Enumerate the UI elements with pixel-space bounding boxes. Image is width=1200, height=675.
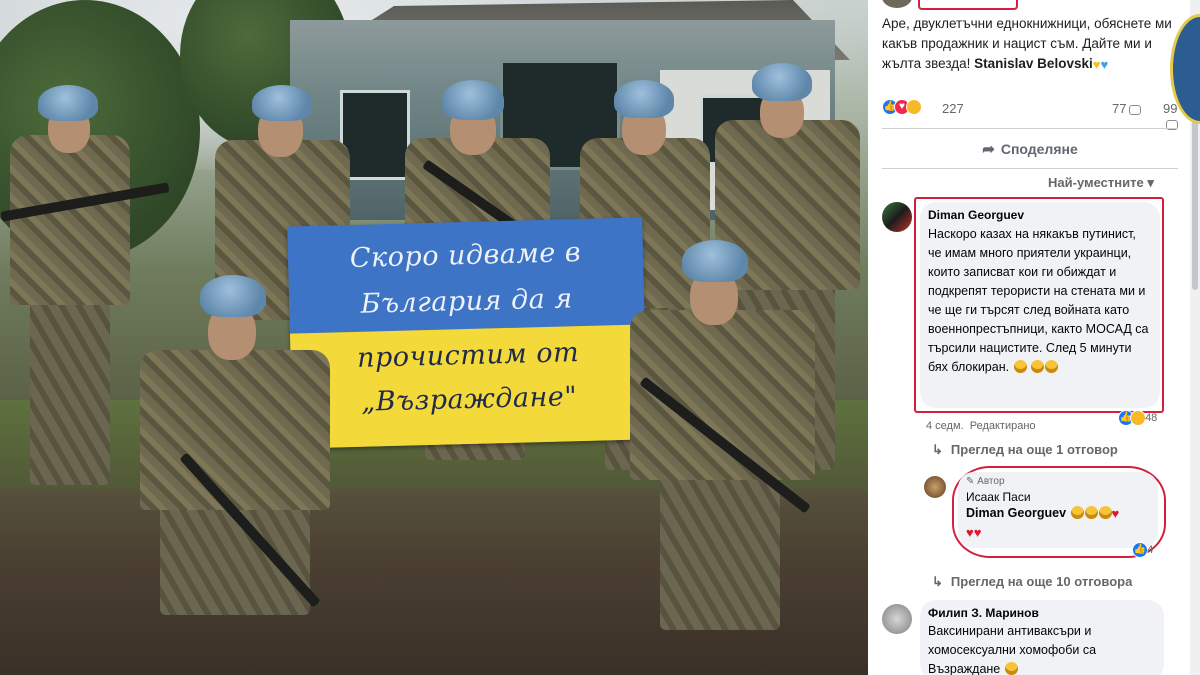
yellow-heart-emoji: ♥ (1092, 57, 1101, 72)
comment-text-value: Наскоро казах на някакъв путинист, че им… (928, 227, 1149, 374)
share-button[interactable]: ➦ Споделяне (882, 134, 1178, 164)
laughing-emoji (1070, 506, 1084, 519)
pencil-icon: ✎ (966, 476, 975, 487)
share-count-value: 99 (1163, 101, 1178, 116)
divider (882, 168, 1178, 169)
reply-arrow-icon: ↳ (932, 442, 943, 457)
reactions-summary[interactable]: 👍 ♥ 227 77 99 (882, 98, 1182, 130)
like-reaction-icon: 👍 (1132, 542, 1148, 558)
sort-label: Най-уместните (1048, 175, 1144, 190)
laughing-emoji (1084, 506, 1098, 519)
post-body: Аре, двуклетъчни еднокнижници, обяснете … (882, 14, 1172, 75)
soldier-kneeling (120, 275, 340, 625)
laughing-emoji (1045, 360, 1059, 373)
facebook-post-panel: Аре, двуклетъчни еднокнижници, обяснете … (868, 0, 1200, 675)
reply-reactions[interactable]: 👍 4 (1132, 542, 1153, 558)
comment-icon (1129, 104, 1142, 115)
laughing-emoji (1098, 506, 1112, 519)
commenter-avatar[interactable] (882, 202, 912, 232)
reply-text: Diman Georguev ♥ (966, 504, 1150, 523)
reply-mention-link[interactable]: Diman Georguev (966, 506, 1066, 520)
reply-reaction-count: 4 (1147, 543, 1154, 556)
edited-label: Редактирано (969, 420, 1036, 432)
reply-bubble: ✎ Автор Исаак Паси Diman Georguev ♥ ♥♥ (958, 472, 1158, 548)
divider (882, 128, 1178, 129)
reply-author[interactable]: Исаак Паси (966, 490, 1150, 504)
red-heart-emoji: ♥ (966, 525, 974, 540)
share-count[interactable]: 99 (1163, 101, 1182, 131)
haha-reaction-icon (1130, 410, 1146, 426)
red-heart-emoji: ♥ (973, 525, 982, 540)
view-more-replies-label: Преглед на още 10 отговора (950, 574, 1133, 589)
laughing-emoji (1013, 360, 1027, 373)
poster-avatar[interactable] (882, 0, 912, 8)
reply-hearts: ♥♥ (966, 523, 1150, 542)
reply-arrow-icon: ↳ (932, 574, 943, 589)
haha-reaction-icon (906, 98, 922, 115)
comment-time[interactable]: 4 седм. (926, 420, 964, 432)
view-more-replies-label: Преглед на още 1 отговор (950, 442, 1118, 457)
comment-text: Наскоро казах на някакъв путинист, че им… (928, 225, 1152, 377)
tagged-user-link[interactable]: Stanislav Belovski (974, 56, 1093, 71)
red-heart-emoji: ♥ (1111, 506, 1120, 521)
laughing-emoji (1004, 662, 1018, 675)
comment-meta: 4 седм. Редактирано (926, 420, 1046, 432)
soldier (0, 85, 170, 485)
post-photo[interactable]: Скоро идваме в България да я прочистим о… (0, 0, 868, 675)
soldier-kneeling (620, 240, 820, 640)
view-more-replies-link[interactable]: ↳ Преглед на още 1 отговор (932, 442, 1118, 458)
comment-count[interactable]: 77 (1112, 101, 1142, 116)
comment-reaction-count: 48 (1145, 411, 1158, 424)
comment-count-value: 77 (1112, 101, 1127, 116)
comment-reactions[interactable]: 👍 48 (1118, 410, 1157, 426)
reaction-count[interactable]: 227 (942, 101, 964, 116)
screenshot-frame: Скоро идваме в България да я прочистим о… (0, 0, 1200, 675)
author-tag-label: Автор (977, 476, 1005, 487)
laughing-emoji (1031, 360, 1045, 373)
share-button-label: Споделяне (1000, 141, 1078, 157)
comment-author[interactable]: Филип З. Маринов (928, 606, 1156, 620)
comment-author[interactable]: Diman Georguev (928, 208, 1152, 222)
blue-heart-emoji: ♥ (1100, 57, 1109, 72)
comment-bubble: Diman Georguev Наскоро казах на някакъв … (920, 202, 1160, 408)
reply-avatar[interactable] (924, 476, 946, 498)
ukrainian-flag-banner: Скоро идваме в България да я прочистим о… (287, 217, 648, 449)
commenter-avatar[interactable] (882, 604, 912, 634)
timestamp-highlight (918, 0, 1018, 10)
view-more-replies-link[interactable]: ↳ Преглед на още 10 отговора (932, 574, 1132, 590)
author-tag: ✎ Автор (966, 476, 1150, 487)
chevron-down-icon: ▾ (1147, 175, 1154, 190)
comment-bubble: Филип З. Маринов Ваксинирани антиваксъри… (920, 600, 1164, 675)
share-arrow-icon: ➦ (982, 141, 995, 158)
comment-sort-dropdown[interactable]: Най-уместните ▾ (1048, 175, 1154, 191)
comment-text: Ваксинирани антиваксъри и хомосексуални … (928, 622, 1156, 675)
